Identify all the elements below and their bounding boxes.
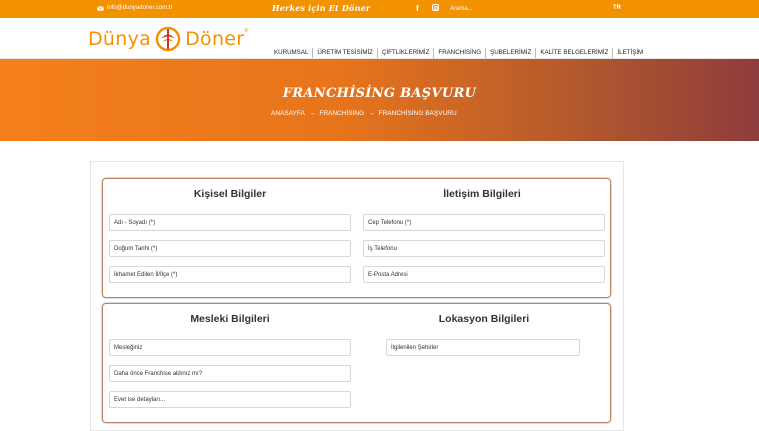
work-phone-field[interactable]: İş Telefonu [363,240,605,257]
facebook-icon[interactable]: f [416,4,419,13]
logo-flame-mark [155,26,181,52]
franchise-details-field[interactable]: Evet ise detayları... [109,391,351,408]
profession-field[interactable]: Mesleğiniz [109,339,351,356]
nav-item-ciftlikler[interactable]: ÇİFTLİKLERİMİZ [378,48,435,58]
nav-item-iletisim[interactable]: İLETİŞİM [613,48,647,58]
breadcrumb-current: FRANCHİSİNG BAŞVURU [378,110,457,117]
residence-field[interactable]: İkhamet Edilen İl/İlçe (*) [109,266,351,283]
site-header: Dünya Döner ® KURUMSAL ÜRETİM TESİSİMİZ … [0,18,759,59]
email-link[interactable]: info@dunyadoner.com.tr [97,5,172,11]
nav-item-kalite[interactable]: KALİTE BELGELERİMİZ [536,48,614,58]
breadcrumb-franchising[interactable]: FRANCHİSİNG [319,110,364,117]
breadcrumb-home[interactable]: ANASAYFA [271,110,305,117]
nav-item-subeler[interactable]: ŞUBELERİMİZ [486,48,537,58]
page-title: FRANCHİSİNG BAŞVURU [282,86,477,101]
personal-info-title: Kişisel Bilgiler [193,188,267,200]
logo[interactable]: Dünya Döner ® [88,26,248,52]
cities-field[interactable]: İlgilenilen Şehirler [386,339,580,356]
search-input[interactable]: Arama... [450,3,600,15]
nav-item-kurumsal[interactable]: KURUMSAL [274,48,314,58]
language-selector[interactable]: TR [613,5,621,11]
email-field[interactable]: E-Posta Adresi [363,266,605,283]
contact-info-title: İletişim Bilgileri [443,188,521,200]
professional-info-title: Mesleki Bilgileri [190,313,270,325]
birthdate-field[interactable]: Doğum Tarihi (*) [109,240,351,257]
envelope-icon [97,5,104,11]
page-hero: FRANCHİSİNG BAŞVURU ANASAYFA → FRANCHİSİ… [0,59,759,141]
logo-word-doner: Döner [185,28,245,50]
slogan: Herkes için Et Döner [272,3,371,13]
main-nav: KURUMSAL ÜRETİM TESİSİMİZ ÇİFTLİKLERİMİZ… [274,48,647,58]
mobile-phone-field[interactable]: Cep Telefonu (*) [363,214,605,231]
nav-item-uretim[interactable]: ÜRETİM TESİSİMİZ [313,48,378,58]
previous-franchise-field[interactable]: Daha önce Franchise aldınız mı? [109,365,351,382]
breadcrumb: ANASAYFA → FRANCHİSİNG → FRANCHİSİNG BAŞ… [271,110,457,117]
logo-registered: ® [244,28,249,34]
top-bar: info@dunyadoner.com.tr Herkes için Et Dö… [0,0,759,18]
breadcrumb-arrow-icon: → [368,110,375,117]
nav-item-franchising[interactable]: FRANCHİSİNG [434,48,487,58]
name-field[interactable]: Adı - Soyadı (*) [109,214,351,231]
instagram-icon[interactable] [432,4,439,11]
breadcrumb-arrow-icon: → [308,110,316,117]
email-text: info@dunyadoner.com.tr [107,5,173,11]
logo-word-dunya: Dünya [88,28,152,50]
location-info-title: Lokasyon Bilgileri [438,313,530,325]
